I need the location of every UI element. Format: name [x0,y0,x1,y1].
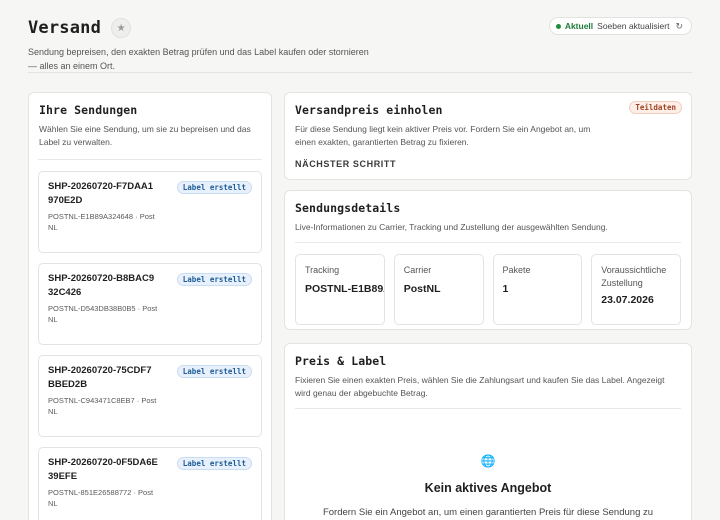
shipment-details-card: Sendungsdetails Live-Informationen zu Ca… [284,190,692,330]
delivery-value: 23.07.2026 [601,294,654,306]
shipment-list: SHP-20260720-F7DAA1970E2D POSTNL-E1B89A3… [38,171,262,520]
shipment-meta: POSTNL-E1B89A324648 · PostNL [48,212,155,232]
refresh-icon[interactable]: ↻ [675,21,683,32]
carrier-label: Carrier [403,265,432,275]
status-badge: Label erstellt [176,457,252,470]
shipment-id: SHP-20260720-0F5DA6E39EFE [48,457,158,482]
carrier-tile: Carrier PostNL [393,254,484,325]
shipment-id: SHP-20260720-75CDF7BBED2B [48,365,152,390]
status-pill[interactable]: Aktuell Soeben aktualisiert ↻ [548,17,692,35]
status-badge: Label erstellt [176,273,252,286]
shipment-meta: POSTNL-851E26588772 · PostNL [48,488,154,508]
quote-subtitle: Für diese Sendung liegt kein aktiver Pre… [295,124,591,147]
packages-label: Pakete [502,265,531,275]
quote-title: Versandpreis einholen [295,103,443,117]
price-divider [295,408,681,409]
shipment-meta: POSTNL-C943471C8EB7 · PostNL [48,396,157,416]
globe-icon: 🌐 [480,454,496,468]
shipments-subtitle: Wählen Sie eine Sendung, um sie zu bepre… [39,124,251,147]
header-divider [28,72,692,73]
carrier-value: PostNL [403,283,441,295]
tracking-value: POSTNL-E1B89A324648 [305,283,384,295]
shipments-title: Ihre Sendungen [39,103,138,117]
tracking-label: Tracking [305,265,340,275]
empty-state-text: Fordern Sie ein Angebot an, um einen gar… [322,507,654,518]
shipments-card: Ihre Sendungen Wählen Sie eine Sendung, … [28,92,272,520]
shipment-meta: POSTNL-D543DB38B0B5 · PostNL [48,304,158,324]
page-subtitle: Sendung bepreisen, den exakten Betrag pr… [28,47,369,71]
delivery-tile: Voraussichtliche Zustellung 23.07.2026 [591,254,681,325]
shipments-divider [38,159,262,160]
shipment-item[interactable]: SHP-20260720-75CDF7BBED2B POSTNL-C943471… [38,355,262,437]
shipment-item[interactable]: SHP-20260720-F7DAA1970E2D POSTNL-E1B89A3… [38,171,262,253]
status-dot-icon [555,23,561,29]
packages-tile: Pakete 1 [492,254,583,325]
shipment-id: SHP-20260720-F7DAA1970E2D [48,181,154,206]
status-badge: Label erstellt [176,181,252,194]
page-title: Versand [28,18,102,38]
status-badge: Label erstellt [176,365,252,378]
next-step-label: NÄCHSTER SCHRITT [295,159,397,169]
detail-tiles: Tracking POSTNL-E1B89A324648 Carrier Pos… [295,254,681,325]
tracking-tile: Tracking POSTNL-E1B89A324648 [295,254,385,325]
price-title: Preis & Label [295,354,387,368]
partial-data-badge: Teildaten [629,101,682,114]
status-live-label: Aktuell [564,21,594,31]
shipment-id: SHP-20260720-B8BAC932C426 [48,273,155,298]
packages-value: 1 [502,283,509,295]
shipment-item[interactable]: SHP-20260720-B8BAC932C426 POSTNL-D543DB3… [38,263,262,345]
price-subtitle: Fixieren Sie einen exakten Preis, wählen… [295,375,665,398]
status-text: Soeben aktualisiert [597,21,670,31]
details-divider [295,242,681,243]
delivery-label: Voraussichtliche Zustellung [601,265,667,288]
favorite-star-icon[interactable]: ★ [111,18,132,38]
quote-card: Versandpreis einholen Teildaten Für dies… [284,92,692,180]
shipment-item[interactable]: SHP-20260720-0F5DA6E39EFE POSTNL-851E265… [38,447,262,520]
empty-state-title: Kein aktives Angebot [424,481,552,495]
price-label-card: Preis & Label Fixieren Sie einen exakten… [284,343,692,520]
details-subtitle: Live-Informationen zu Carrier, Tracking … [295,222,608,232]
details-title: Sendungsdetails [295,201,401,215]
page-header: Versand ★ Sendung bepreisen, den exakten… [28,16,692,73]
